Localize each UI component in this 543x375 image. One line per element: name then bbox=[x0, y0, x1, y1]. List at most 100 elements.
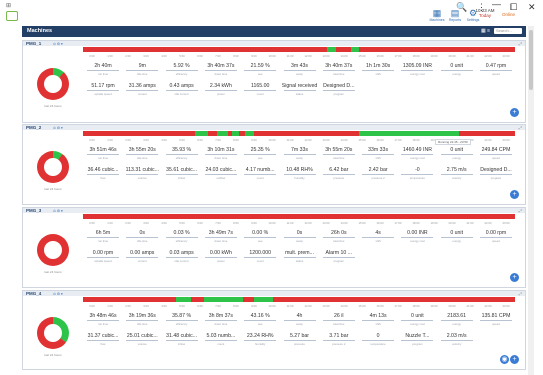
panel-info-icon[interactable]: ⊙ ⚙ ▾ bbox=[53, 209, 63, 213]
timeline-stop-segment[interactable] bbox=[253, 131, 360, 136]
panel-info-icon[interactable]: ⊙ ⚙ ▾ bbox=[53, 126, 63, 130]
status-timeline[interactable] bbox=[83, 214, 515, 219]
machine-name[interactable]: PMG_1 bbox=[26, 41, 41, 46]
timeline-stop-segment[interactable] bbox=[83, 297, 176, 302]
timeline-tick-label: 1:00 bbox=[107, 304, 113, 308]
kpi-divider bbox=[244, 237, 277, 238]
timeline-stop-segment[interactable] bbox=[273, 297, 515, 302]
kpi-divider bbox=[244, 320, 277, 321]
kpi-label: oee bbox=[257, 321, 263, 326]
panel-info-icon[interactable]: ⊙ ⚙ ▾ bbox=[53, 42, 63, 46]
add-widget-button[interactable]: + bbox=[510, 190, 519, 199]
status-timeline[interactable] bbox=[83, 47, 515, 52]
add-widget-button[interactable]: + bbox=[510, 108, 519, 117]
kpi-cell: 3h 40m 37s down time bbox=[201, 63, 241, 76]
panel-expand-icon[interactable]: ⤢ bbox=[519, 126, 522, 130]
machine-name[interactable]: PMG_2 bbox=[26, 125, 41, 130]
timeline-stop-segment[interactable] bbox=[242, 297, 254, 302]
kpi-cell: 3h 55m 20s idle time bbox=[122, 147, 162, 160]
kpi-cell: 3h 10m 31s down time bbox=[201, 147, 241, 160]
timeline-run-segment[interactable] bbox=[327, 47, 336, 52]
timeline-tick-label: 23:00 bbox=[502, 54, 510, 58]
panel-expand-icon[interactable]: ⤢ bbox=[519, 292, 522, 296]
kpi-cell: 0s setup bbox=[280, 230, 320, 243]
kpi-label: current bbox=[137, 91, 147, 96]
timeline-stop-segment[interactable] bbox=[335, 47, 351, 52]
toolbar-label-settings[interactable]: Settings bbox=[460, 18, 486, 22]
timeline-tick-label: 1:00 bbox=[107, 221, 113, 225]
scroll-thumb[interactable] bbox=[529, 30, 533, 90]
machines-icon[interactable]: ▦ bbox=[431, 8, 443, 18]
timeline-tick-label: 18:00 bbox=[412, 138, 420, 142]
search-icon[interactable]: 🔍 bbox=[456, 3, 467, 12]
chat-button[interactable]: ◉ bbox=[500, 355, 509, 364]
timeline-run-segment[interactable] bbox=[175, 297, 191, 302]
add-widget-button[interactable]: + bbox=[510, 355, 519, 364]
timeline-tick-label: 16:00 bbox=[376, 221, 384, 225]
kpi-value: 3h 48m 46s bbox=[89, 313, 117, 319]
timeline-ticks: 0:00 1:00 2:00 3:00 4:00 5:00 6:00 7:00 8:00 9:00… bbox=[83, 54, 515, 58]
user-status[interactable]: Online bbox=[502, 12, 515, 17]
kpi-value: 135.81 CPM bbox=[481, 313, 511, 319]
window-menu-icon[interactable]: ⊞ bbox=[6, 2, 11, 9]
machine-name[interactable]: PMG_3 bbox=[26, 208, 41, 213]
more-icon[interactable]: ⋮ bbox=[477, 3, 486, 12]
timeline-stop-segment[interactable] bbox=[208, 131, 217, 136]
timeline-tick-label: 15:00 bbox=[358, 221, 366, 225]
machine-name[interactable]: PMG_4 bbox=[26, 291, 41, 296]
panel-header: PMG_2 ⊙ ⚙ ▾ ⤢ bbox=[23, 125, 525, 130]
timeline-tick-label: 10:00 bbox=[268, 138, 276, 142]
timeline-stop-segment[interactable] bbox=[191, 297, 204, 302]
timeline-tick-label: 7:00 bbox=[215, 138, 221, 142]
timeline-tick-label: 13:00 bbox=[322, 221, 330, 225]
timeline-run-segment[interactable] bbox=[245, 131, 254, 136]
timeline-stop-segment[interactable] bbox=[83, 131, 196, 136]
kpi-divider bbox=[480, 237, 512, 238]
kpi-cell: 3h 19m 36s idle time bbox=[122, 313, 162, 326]
view-toggle-icon[interactable]: ▦ ≡ bbox=[481, 28, 490, 34]
kpi-label: count bbox=[256, 258, 264, 263]
status-timeline[interactable] bbox=[83, 131, 515, 136]
timeline-run-segment[interactable] bbox=[232, 131, 239, 136]
timeline-tick-label: 18:00 bbox=[412, 54, 420, 58]
app-logo-icon bbox=[6, 11, 18, 21]
kpi-divider bbox=[87, 174, 119, 175]
kpi-value: 1460.49 INR bbox=[402, 147, 432, 153]
kpi-label: volume bbox=[137, 341, 147, 346]
kpi-value: 0 unit bbox=[450, 230, 464, 236]
timeline-run-segment[interactable] bbox=[216, 131, 228, 136]
timeline-tick-label: 5:00 bbox=[179, 221, 185, 225]
panel-expand-icon[interactable]: ⤢ bbox=[519, 42, 522, 46]
timeline-stop-segment[interactable] bbox=[83, 47, 328, 52]
timeline-run-segment[interactable] bbox=[359, 131, 459, 136]
kpi-cell: 35.61 cubic... inflow bbox=[162, 167, 202, 180]
kpi-cell: 1165.00 count bbox=[240, 83, 280, 96]
search-input[interactable]: Search... bbox=[494, 28, 522, 34]
kpi-value: Signal received bbox=[281, 83, 318, 89]
kpi-divider bbox=[204, 70, 237, 71]
timeline-stop-segment[interactable] bbox=[238, 131, 245, 136]
timeline-run-segment[interactable] bbox=[350, 47, 360, 52]
close-icon[interactable]: ✕ bbox=[528, 3, 536, 12]
kpi-label: run time bbox=[97, 155, 109, 160]
kpi-divider bbox=[87, 237, 119, 238]
kpi-cell: 25.35 % oee bbox=[240, 147, 280, 160]
scrollbar[interactable] bbox=[528, 26, 534, 375]
minimize-icon[interactable]: — bbox=[492, 0, 501, 9]
add-widget-button[interactable]: + bbox=[510, 273, 519, 282]
status-timeline[interactable] bbox=[83, 297, 515, 302]
panel-info-icon[interactable]: ⊙ ⚙ ▾ bbox=[53, 292, 63, 296]
timeline-tick-label: 20:00 bbox=[448, 221, 456, 225]
timeline-run-segment[interactable] bbox=[203, 297, 243, 302]
timeline-stop-segment[interactable] bbox=[359, 47, 515, 52]
kpi-cell: 5.27 bar pressure bbox=[280, 333, 320, 346]
timeline-stop-segment[interactable] bbox=[458, 131, 515, 136]
maximize-icon[interactable]: ⧠ bbox=[510, 3, 517, 12]
kpi-divider bbox=[362, 237, 395, 238]
timeline-run-segment[interactable] bbox=[253, 297, 274, 302]
timeline-stop-segment[interactable] bbox=[83, 214, 515, 219]
timeline-run-segment[interactable] bbox=[195, 131, 209, 136]
panel-expand-icon[interactable]: ⤢ bbox=[519, 209, 522, 213]
kpi-cell: 26h 0s total time bbox=[319, 230, 359, 243]
kpi-value: 5.03 numb... bbox=[206, 333, 236, 339]
